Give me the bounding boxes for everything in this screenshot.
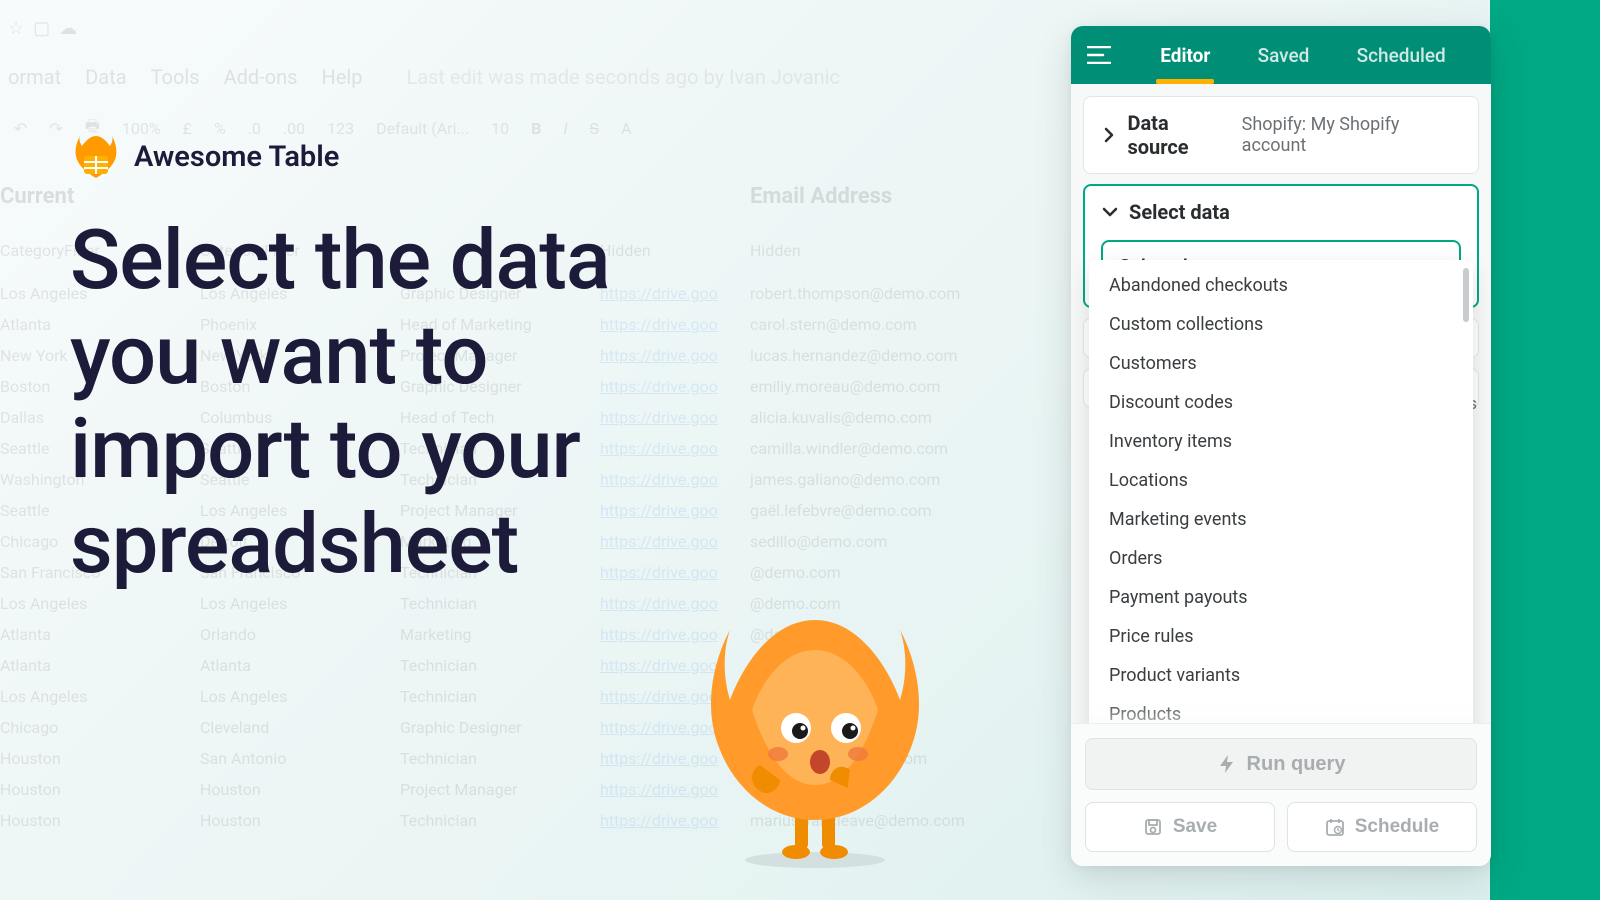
panel-footer: Run query Save Schedule [1071, 723, 1491, 866]
data-source-value: Shopify: My Shopify account [1242, 114, 1462, 156]
select-data-options: Abandoned checkoutsCustom collectionsCus… [1089, 260, 1473, 723]
dropdown-option[interactable]: Abandoned checkouts [1089, 266, 1473, 305]
brand-name: Awesome Table [134, 140, 339, 174]
dropdown-option[interactable]: Discount codes [1089, 383, 1473, 422]
tab-scheduled-label: Scheduled [1357, 44, 1446, 67]
dropdown-option[interactable]: Custom collections [1089, 305, 1473, 344]
awesome-table-logo-icon [72, 134, 120, 180]
dropdown-option[interactable]: Inventory items [1089, 422, 1473, 461]
schedule-icon [1325, 817, 1345, 837]
schedule-button[interactable]: Schedule [1287, 802, 1477, 852]
tab-scheduled[interactable]: Scheduled [1349, 26, 1454, 84]
panel-header: Editor Saved Scheduled [1071, 26, 1491, 84]
dropdown-option[interactable]: Customers [1089, 344, 1473, 383]
dropdown-option[interactable]: Price rules [1089, 617, 1473, 656]
mascot-illustration [700, 610, 930, 870]
dropdown-option[interactable]: Marketing events [1089, 500, 1473, 539]
tab-saved[interactable]: Saved [1250, 26, 1318, 84]
tab-saved-label: Saved [1258, 44, 1310, 67]
chevron-down-icon [1101, 206, 1119, 218]
dropdown-option[interactable]: Payment payouts [1089, 578, 1473, 617]
save-button[interactable]: Save [1085, 802, 1275, 852]
save-icon [1143, 817, 1163, 837]
dropdown-option[interactable]: Product variants [1089, 656, 1473, 695]
brand-lockup: Awesome Table [72, 134, 339, 180]
dropdown-scrollbar[interactable] [1463, 268, 1469, 322]
dropdown-option[interactable]: Orders [1089, 539, 1473, 578]
run-query-label: Run query [1247, 753, 1346, 776]
bolt-icon [1217, 754, 1237, 774]
connector-panel: Editor Saved Scheduled Data source Shopi… [1071, 26, 1491, 866]
schedule-label: Schedule [1355, 816, 1439, 838]
data-source-card[interactable]: Data source Shopify: My Shopify account [1083, 96, 1479, 174]
dropdown-option[interactable]: Products [1089, 695, 1473, 723]
panel-body: Data source Shopify: My Shopify account … [1071, 84, 1491, 723]
menu-icon[interactable] [1077, 33, 1121, 77]
tab-editor-label: Editor [1160, 44, 1210, 67]
chevron-right-icon [1100, 127, 1117, 143]
save-label: Save [1173, 816, 1217, 838]
brand-stripe [1490, 0, 1600, 900]
panel-tabs: Editor Saved Scheduled [1121, 26, 1485, 84]
data-source-label: Data source [1127, 111, 1231, 159]
run-query-button[interactable]: Run query [1085, 738, 1477, 790]
select-data-label: Select data [1129, 200, 1230, 224]
hero-headline: Select the datayou want toimport to your… [70, 214, 610, 592]
dropdown-option[interactable]: Locations [1089, 461, 1473, 500]
tab-editor[interactable]: Editor [1152, 26, 1218, 84]
